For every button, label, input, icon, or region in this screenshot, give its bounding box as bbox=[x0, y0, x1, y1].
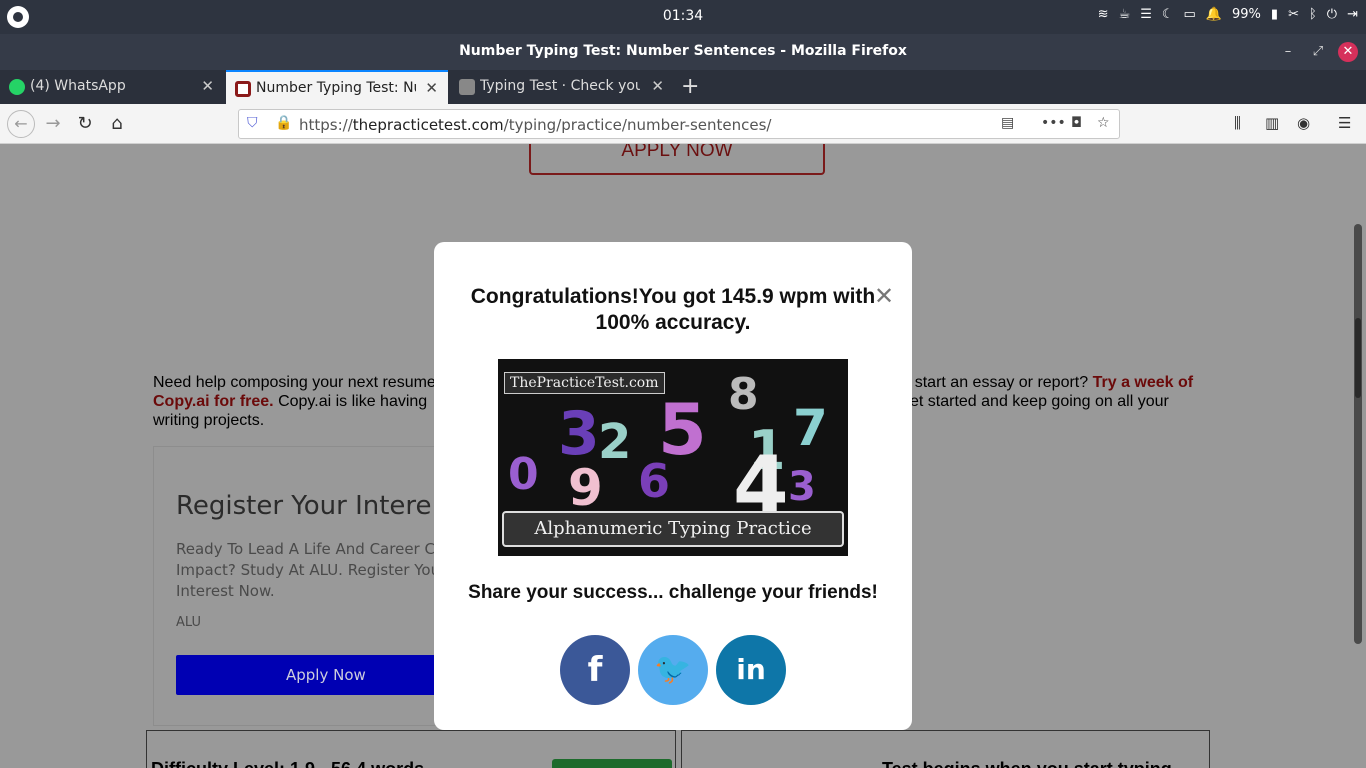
practicetest-icon bbox=[235, 81, 251, 97]
test-begins-text: Test begins when you start typing bbox=[882, 759, 1172, 768]
promo-text-copy: Copy.ai is like having bbox=[278, 393, 428, 410]
facebook-share-button[interactable]: f bbox=[560, 635, 630, 705]
new-tab-button[interactable]: + bbox=[681, 74, 699, 99]
close-tab-icon[interactable]: ✕ bbox=[651, 77, 664, 95]
tools-icon[interactable]: ✂ bbox=[1288, 7, 1299, 22]
ad-apply-now-button[interactable]: Apply Now bbox=[176, 655, 476, 695]
url-text[interactable]: https://thepracticetest.com/typing/pract… bbox=[299, 116, 771, 134]
ad-body: Ready To Lead A Life And Career C Impact… bbox=[176, 540, 441, 600]
lock-icon[interactable]: 🔒 bbox=[275, 115, 292, 131]
facebook-icon: f bbox=[587, 650, 603, 690]
reader-view-icon[interactable]: ▤ bbox=[1001, 115, 1014, 131]
coffee-icon[interactable]: ☕ bbox=[1119, 7, 1131, 22]
difficulty-level: Difficulty Level: 1.9 - 56.4 words bbox=[151, 759, 424, 768]
bookmark-star-icon[interactable]: ☆ bbox=[1097, 115, 1110, 131]
promo-text-start: Need help composing your next resume bbox=[153, 374, 436, 391]
home-button[interactable]: ⌂ bbox=[105, 112, 129, 136]
twitter-icon: 🐦 bbox=[654, 652, 692, 687]
sidebar-icon[interactable]: ▥ bbox=[1265, 114, 1279, 132]
battery-icon[interactable]: ▮ bbox=[1271, 7, 1278, 22]
menu-lines-icon[interactable]: ☰ bbox=[1140, 7, 1152, 22]
account-icon[interactable]: ◉ bbox=[1297, 114, 1310, 132]
window-title-bar: Number Typing Test: Number Sentences - M… bbox=[0, 34, 1366, 70]
url-bar[interactable]: ⛉ 🔒 https://thepracticetest.com/typing/p… bbox=[238, 109, 1120, 139]
results-modal: ✕ Congratulations!You got 145.9 wpm with… bbox=[434, 242, 912, 730]
difficulty-panel: Difficulty Level: 1.9 - 56.4 words bbox=[146, 730, 676, 768]
keyboard-icon bbox=[459, 79, 475, 95]
tab-strip: (4) WhatsApp ✕ Number Typing Test: Nu ✕ … bbox=[0, 70, 1366, 104]
tab-typing-test[interactable]: Typing Test · Check your ✕ bbox=[450, 70, 674, 104]
back-button[interactable]: ← bbox=[7, 110, 35, 138]
promo-text-mid: start an essay or report? bbox=[914, 374, 1089, 391]
tab-label: Typing Test · Check your bbox=[480, 78, 640, 94]
night-mode-icon[interactable]: ☾ bbox=[1162, 7, 1174, 22]
page-scrollbar[interactable] bbox=[1346, 144, 1366, 768]
tab-label: (4) WhatsApp bbox=[30, 78, 126, 94]
congratulations-message: Congratulations!You got 145.9 wpm with 1… bbox=[470, 285, 876, 334]
wifi-icon[interactable]: ≋ bbox=[1098, 7, 1109, 22]
battery-level: 99% bbox=[1232, 7, 1261, 22]
image-brand: ThePracticeTest.com bbox=[504, 372, 665, 394]
alphanumeric-practice-image: 3 2 5 8 1 7 0 9 6 4 3 ThePracticeTest.co… bbox=[498, 359, 848, 556]
test-panel: Test begins when you start typing bbox=[681, 730, 1210, 768]
apply-now-top-button[interactable]: APPLY NOW bbox=[529, 144, 825, 175]
minimize-button[interactable]: – bbox=[1278, 42, 1298, 62]
system-tray: ≋ ☕ ☰ ☾ ▭ 🔔 99% ▮ ✂ ᛒ ⏻ ⇥ bbox=[1098, 7, 1358, 22]
power-icon[interactable]: ⏻ bbox=[1327, 7, 1337, 22]
scrollbar-thumb[interactable] bbox=[1355, 318, 1361, 398]
whatsapp-icon bbox=[9, 79, 25, 95]
close-tab-icon[interactable]: ✕ bbox=[201, 77, 214, 95]
close-window-button[interactable]: ✕ bbox=[1338, 42, 1358, 62]
pocket-icon[interactable]: ◘ bbox=[1071, 115, 1082, 131]
start-button[interactable] bbox=[552, 759, 672, 768]
bluetooth-icon[interactable]: ᛒ bbox=[1309, 7, 1317, 22]
library-icon[interactable]: ⫼ bbox=[1234, 114, 1241, 132]
image-caption: Alphanumeric Typing Practice bbox=[502, 511, 844, 547]
reload-button[interactable]: ↻ bbox=[73, 112, 97, 136]
maximize-button[interactable]: ⤢ bbox=[1308, 42, 1328, 62]
hamburger-menu-icon[interactable]: ☰ bbox=[1338, 114, 1351, 132]
share-prompt: Share your success... challenge your fri… bbox=[468, 582, 878, 603]
linkedin-share-button[interactable]: in bbox=[716, 635, 786, 705]
twitter-share-button[interactable]: 🐦 bbox=[638, 635, 708, 705]
navigation-bar: ← → ↻ ⌂ ⛉ 🔒 https://thepracticetest.com/… bbox=[0, 104, 1366, 144]
shield-icon[interactable]: ⛉ bbox=[247, 115, 258, 131]
ad-source: ALU bbox=[176, 615, 202, 630]
tab-whatsapp[interactable]: (4) WhatsApp ✕ bbox=[0, 70, 224, 104]
scrollbar-track[interactable] bbox=[1354, 224, 1362, 644]
tab-number-typing-test[interactable]: Number Typing Test: Nu ✕ bbox=[226, 70, 448, 104]
logout-icon[interactable]: ⇥ bbox=[1347, 7, 1358, 22]
tab-label: Number Typing Test: Nu bbox=[256, 80, 416, 96]
alu-ad-card[interactable]: Register Your Intere Ready To Lead A Lif… bbox=[153, 446, 476, 726]
close-tab-icon[interactable]: ✕ bbox=[425, 79, 438, 97]
system-top-bar: 01:34 ≋ ☕ ☰ ☾ ▭ 🔔 99% ▮ ✂ ᛒ ⏻ ⇥ bbox=[0, 0, 1366, 34]
notification-bell-icon[interactable]: 🔔 bbox=[1206, 7, 1222, 22]
linkedin-icon: in bbox=[736, 653, 766, 686]
folder-icon[interactable]: ▭ bbox=[1184, 7, 1196, 22]
forward-button[interactable]: → bbox=[41, 112, 65, 136]
window-title: Number Typing Test: Number Sentences - M… bbox=[459, 43, 907, 59]
ad-heading: Register Your Intere bbox=[176, 491, 432, 521]
page-actions-icon[interactable]: ••• bbox=[1041, 115, 1066, 131]
